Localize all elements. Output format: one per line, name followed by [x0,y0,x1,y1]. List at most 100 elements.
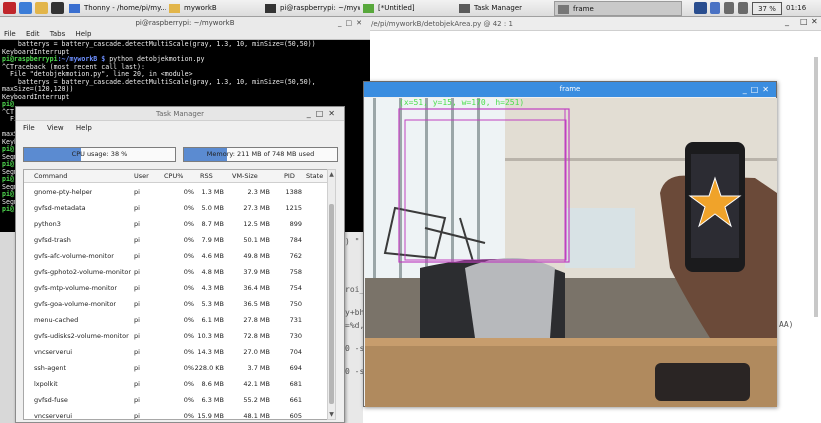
table-row[interactable]: ssh-agent pi 0% 228.0 KB 3.7 MB 694 [24,360,332,376]
table-cell: 661 [289,396,302,404]
table-cell: 48.1 MB [243,412,270,420]
table-cell: gvfs-udisks2-volume-monitor [34,332,129,340]
taskbar-frame[interactable]: frame [554,1,682,16]
table-cell: vncserverui [34,348,73,356]
volume-icon[interactable] [738,2,748,14]
vnc-tray-icon[interactable] [694,2,707,14]
maximize-button[interactable]: □ [346,19,357,27]
minimize-button[interactable]: _ [743,85,751,94]
column-header[interactable]: VM-Size [232,170,258,183]
table-cell: 36.5 MB [243,300,270,308]
wifi-icon[interactable] [724,2,734,14]
table-cell: pi [134,220,140,228]
close-button[interactable]: ✕ [328,109,340,118]
table-row[interactable]: gvfsd-trash pi 0% 7.9 MB 50.1 MB 784 [24,232,332,248]
table-row[interactable]: gnome-pty-helper pi 0% 1.3 MB 2.3 MB 1388 [24,184,332,200]
table-row[interactable]: lxpolkit pi 0% 8.6 MB 42.1 MB 681 [24,376,332,392]
table-cell: 7.9 MB [201,236,224,244]
file-manager-icon[interactable] [35,2,48,14]
table-cell: 4.8 MB [201,268,224,276]
table-cell: 0% [183,348,194,356]
table-cell: 0% [183,268,194,276]
editor-scrollbar[interactable] [814,57,818,317]
column-header[interactable]: State [306,170,323,183]
clock[interactable]: 01:16 [786,2,816,15]
menu-file[interactable]: File [4,30,16,38]
scroll-up-icon[interactable]: ▲ [328,170,335,179]
terminal-menubar: File Edit Tabs Help [0,29,370,40]
table-row[interactable]: gvfsd-metadata pi 0% 5.0 MB 27.3 MB 1215 [24,200,332,216]
table-cell: 0% [183,364,194,372]
table-cell: 754 [289,284,302,292]
table-row[interactable]: gvfsd-fuse pi 0% 6.3 MB 55.2 MB 661 [24,392,332,408]
scroll-down-icon[interactable]: ▼ [328,410,335,419]
table-cell: gvfsd-fuse [34,396,68,404]
task-manager-menubar: File View Help [16,121,344,135]
close-button[interactable]: ✕ [762,85,773,94]
terminal-titlebar[interactable]: pi@raspberrypi: ~/myworkB _□✕ [0,17,370,29]
table-row[interactable]: python3 pi 0% 8.7 MB 12.5 MB 899 [24,216,332,232]
raspberry-menu-icon[interactable] [3,2,16,14]
maximize-button[interactable]: □ [316,109,329,118]
battery-indicator[interactable]: 37 % [752,2,782,15]
column-header[interactable]: RSS [200,170,213,183]
table-cell: 0% [183,188,194,196]
scroll-thumb[interactable] [329,204,334,404]
table-cell: 731 [289,316,302,324]
bluetooth-icon[interactable] [710,2,720,14]
frame-titlebar[interactable]: frame _□✕ [364,82,776,97]
table-cell: pi [134,348,140,356]
table-row[interactable]: vncserverui pi 0% 14.3 MB 27.0 MB 704 [24,344,332,360]
close-button[interactable]: ✕ [811,17,818,26]
table-cell: gvfs-afc-volume-monitor [34,252,114,260]
table-cell: gvfs-gphoto2-volume-monitor [34,268,132,276]
minimize-button[interactable]: _ [307,109,316,118]
menu-file[interactable]: File [23,124,35,132]
menu-edit[interactable]: Edit [26,30,40,38]
taskbar-task-manager[interactable]: Task Manager [456,1,554,16]
table-cell: 0% [183,396,194,404]
taskbar-myworkb[interactable]: myworkB [166,1,262,16]
table-row[interactable]: gvfs-udisks2-volume-monitor pi 0% 10.3 MB 72… [24,328,332,344]
camera-feed: (x=51, y=15, w=170, h=251) [365,98,777,407]
browser-icon[interactable] [19,2,32,14]
column-header[interactable]: Command [34,170,67,183]
editor-tab-path[interactable]: /e/pi/myworkB/detobjekArea.py @ 42 : 1 [345,17,821,31]
table-row[interactable]: gvfs-goa-volume-monitor pi 0% 5.3 MB 36.5 MB… [24,296,332,312]
table-row[interactable]: menu-cached pi 0% 6.1 MB 27.8 MB 731 [24,312,332,328]
maximize-button[interactable]: □ [800,17,808,26]
taskbar-terminal[interactable]: pi@raspberrypi: ~/mywo... [262,1,360,16]
menu-view[interactable]: View [47,124,64,132]
top-panel: Thonny - /home/pi/my... myworkB pi@raspb… [0,0,821,17]
table-row[interactable]: gvfs-mtp-volume-monitor pi 0% 4.3 MB 36.4 MB… [24,280,332,296]
table-cell: 50.1 MB [243,236,270,244]
menu-tabs[interactable]: Tabs [50,30,66,38]
process-table-scrollbar[interactable]: ▲ ▼ [327,169,336,420]
terminal-line: KeyboardInterrupt [2,92,70,101]
table-cell: pi [134,268,140,276]
table-cell: 49.8 MB [243,252,270,260]
menu-help[interactable]: Help [76,124,92,132]
table-cell: 899 [289,220,302,228]
table-cell: 12.5 MB [243,220,270,228]
menu-help[interactable]: Help [75,30,91,38]
column-header[interactable]: PID [284,170,295,183]
table-row[interactable]: gvfs-gphoto2-volume-monitor pi 0% 4.8 MB 37.… [24,264,332,280]
minimize-button[interactable]: _ [785,17,789,26]
close-button[interactable]: ✕ [356,19,366,27]
table-cell: 2.3 MB [247,188,270,196]
task-manager-titlebar[interactable]: Task Manager _□✕ [16,107,344,121]
maximize-button[interactable]: □ [751,85,763,94]
table-cell: 0% [183,252,194,260]
terminal-launcher-icon[interactable] [51,2,64,14]
column-header[interactable]: CPU% [164,170,183,183]
table-row[interactable]: gvfs-afc-volume-monitor pi 0% 4.6 MB 49.8 MB… [24,248,332,264]
taskbar-untitled[interactable]: [*Untitled] [360,1,456,16]
table-row[interactable]: vncserverui pi 0% 15.9 MB 48.1 MB 605 [24,408,332,420]
taskbar-thonny[interactable]: Thonny - /home/pi/my... [66,1,166,16]
table-cell: 0% [183,284,194,292]
column-header[interactable]: User [134,170,149,183]
minimize-button[interactable]: _ [338,19,346,27]
table-cell: 6.3 MB [201,396,224,404]
table-cell: 694 [289,364,302,372]
